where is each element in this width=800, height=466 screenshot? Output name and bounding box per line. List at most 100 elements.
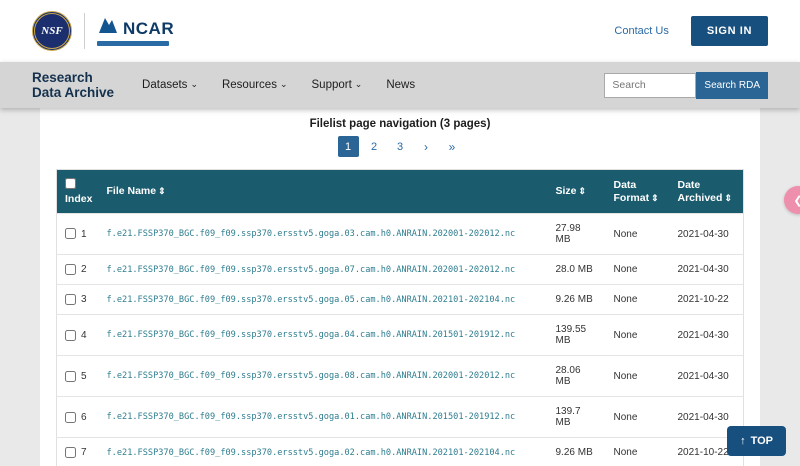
header-data-format-label: Data Format	[614, 179, 650, 204]
header-date-archived[interactable]: Date Archived⇕	[670, 170, 744, 214]
last-page-button[interactable]: »	[442, 136, 463, 157]
table-row: 2 f.e21.FSSP370_BGC.f09_f09.ssp370.ersst…	[57, 255, 744, 285]
feedback-chevron-icon: ❮	[793, 194, 800, 207]
site-title[interactable]: Research Data Archive	[32, 70, 114, 100]
file-size: 28.0 MB	[548, 255, 606, 285]
table-row: 3 f.e21.FSSP370_BGC.f09_f09.ssp370.ersst…	[57, 285, 744, 315]
nav-item-label: Support	[312, 79, 352, 91]
table-row: 5 f.e21.FSSP370_BGC.f09_f09.ssp370.ersst…	[57, 356, 744, 397]
file-link[interactable]: f.e21.FSSP370_BGC.f09_f09.ssp370.ersstv5…	[107, 371, 540, 381]
nav-item-support[interactable]: Support ⌄	[312, 79, 363, 91]
date-archived: 2021-04-30	[670, 214, 744, 255]
sort-icon[interactable]: ⇕	[579, 186, 587, 196]
page-button-3[interactable]: 3	[390, 136, 411, 157]
header-size[interactable]: Size⇕	[548, 170, 606, 214]
index-cell: 1	[57, 214, 99, 255]
contact-us-link[interactable]: Contact Us	[614, 25, 668, 37]
sign-in-button[interactable]: SIGN IN	[691, 16, 768, 46]
sort-icon[interactable]: ⇕	[724, 193, 732, 203]
file-size: 139.55 MB	[548, 315, 606, 356]
row-index: 1	[81, 229, 87, 240]
logo-divider	[84, 13, 85, 49]
sort-icon[interactable]: ⇕	[651, 193, 659, 203]
site-title-line1: Research	[32, 70, 93, 85]
file-size: 28.06 MB	[548, 356, 606, 397]
top-button-label: TOP	[751, 435, 773, 447]
row-checkbox[interactable]	[65, 371, 76, 382]
table-row: 7 f.e21.FSSP370_BGC.f09_f09.ssp370.ersst…	[57, 438, 744, 466]
table-row: 1 f.e21.FSSP370_BGC.f09_f09.ssp370.ersst…	[57, 214, 744, 255]
back-to-top-button[interactable]: ↑ TOP	[727, 426, 786, 456]
file-cell: f.e21.FSSP370_BGC.f09_f09.ssp370.ersstv5…	[99, 438, 548, 466]
ncar-flag-icon	[97, 16, 119, 39]
search-input[interactable]	[604, 73, 696, 98]
header-date-archived-label: Date Archived	[678, 179, 723, 204]
file-link[interactable]: f.e21.FSSP370_BGC.f09_f09.ssp370.ersstv5…	[107, 229, 540, 239]
nav-item-resources[interactable]: Resources ⌄	[222, 79, 288, 91]
up-arrow-icon: ↑	[740, 435, 746, 447]
nav-item-label: News	[386, 79, 415, 91]
row-index: 4	[81, 330, 87, 341]
page-button-1[interactable]: 1	[338, 136, 359, 157]
select-all-checkbox[interactable]	[65, 178, 76, 189]
content-card: Filelist page navigation (3 pages) 1 2 3…	[40, 108, 760, 466]
index-cell: 2	[57, 255, 99, 285]
file-cell: f.e21.FSSP370_BGC.f09_f09.ssp370.ersstv5…	[99, 397, 548, 438]
index-cell: 4	[57, 315, 99, 356]
row-checkbox[interactable]	[65, 412, 76, 423]
header-data-format[interactable]: Data Format⇕	[606, 170, 670, 214]
page-button-2[interactable]: 2	[364, 136, 385, 157]
row-checkbox[interactable]	[65, 228, 76, 239]
date-archived: 2021-10-22	[670, 285, 744, 315]
row-index: 7	[81, 447, 87, 458]
date-archived: 2021-04-30	[670, 255, 744, 285]
file-link[interactable]: f.e21.FSSP370_BGC.f09_f09.ssp370.ersstv5…	[107, 412, 540, 422]
header-file-name[interactable]: File Name⇕	[99, 170, 548, 214]
row-checkbox[interactable]	[65, 330, 76, 341]
row-index: 5	[81, 371, 87, 382]
index-cell: 6	[57, 397, 99, 438]
nav-item-news[interactable]: News	[386, 79, 415, 91]
file-cell: f.e21.FSSP370_BGC.f09_f09.ssp370.ersstv5…	[99, 356, 548, 397]
file-link[interactable]: f.e21.FSSP370_BGC.f09_f09.ssp370.ersstv5…	[107, 295, 540, 305]
index-cell: 3	[57, 285, 99, 315]
nav-item-label: Datasets	[142, 79, 187, 91]
row-index: 3	[81, 294, 87, 305]
pagination: 1 2 3 › »	[56, 136, 744, 157]
filelist-table: Index File Name⇕ Size⇕ Data Format⇕ Date…	[56, 169, 744, 466]
logo-group: NSF NCAR	[32, 11, 174, 51]
ncar-logo[interactable]: NCAR	[97, 16, 174, 46]
file-cell: f.e21.FSSP370_BGC.f09_f09.ssp370.ersstv5…	[99, 255, 548, 285]
filelist-table-body: 1 f.e21.FSSP370_BGC.f09_f09.ssp370.ersst…	[57, 214, 744, 466]
row-index: 2	[81, 264, 87, 275]
search-area: Search RDA	[604, 72, 768, 99]
row-checkbox[interactable]	[65, 294, 76, 305]
header-file-name-label: File Name	[107, 185, 157, 197]
data-format: None	[606, 397, 670, 438]
data-format: None	[606, 315, 670, 356]
filelist-pagination-title: Filelist page navigation (3 pages)	[56, 118, 744, 130]
date-archived: 2021-04-30	[670, 356, 744, 397]
table-row: 4 f.e21.FSSP370_BGC.f09_f09.ssp370.ersst…	[57, 315, 744, 356]
file-link[interactable]: f.e21.FSSP370_BGC.f09_f09.ssp370.ersstv5…	[107, 448, 540, 458]
feedback-button[interactable]: ❮	[784, 186, 800, 214]
nav-item-datasets[interactable]: Datasets ⌄	[142, 79, 198, 91]
row-checkbox[interactable]	[65, 447, 76, 458]
data-format: None	[606, 356, 670, 397]
nav-item-label: Resources	[222, 79, 277, 91]
caret-down-icon: ⌄	[280, 80, 288, 89]
file-link[interactable]: f.e21.FSSP370_BGC.f09_f09.ssp370.ersstv5…	[107, 265, 540, 275]
nav-menu: Datasets ⌄ Resources ⌄ Support ⌄ News	[142, 79, 415, 91]
index-cell: 5	[57, 356, 99, 397]
search-rda-button[interactable]: Search RDA	[696, 72, 768, 99]
next-page-button[interactable]: ›	[416, 136, 437, 157]
ncar-wordmark: NCAR	[123, 19, 174, 39]
row-checkbox[interactable]	[65, 264, 76, 275]
file-size: 9.26 MB	[548, 285, 606, 315]
caret-down-icon: ⌄	[355, 80, 363, 89]
header-size-label: Size	[556, 185, 577, 197]
caret-down-icon: ⌄	[190, 80, 198, 89]
file-link[interactable]: f.e21.FSSP370_BGC.f09_f09.ssp370.ersstv5…	[107, 330, 540, 340]
sort-icon[interactable]: ⇕	[158, 186, 166, 196]
nsf-logo-icon[interactable]: NSF	[32, 11, 72, 51]
